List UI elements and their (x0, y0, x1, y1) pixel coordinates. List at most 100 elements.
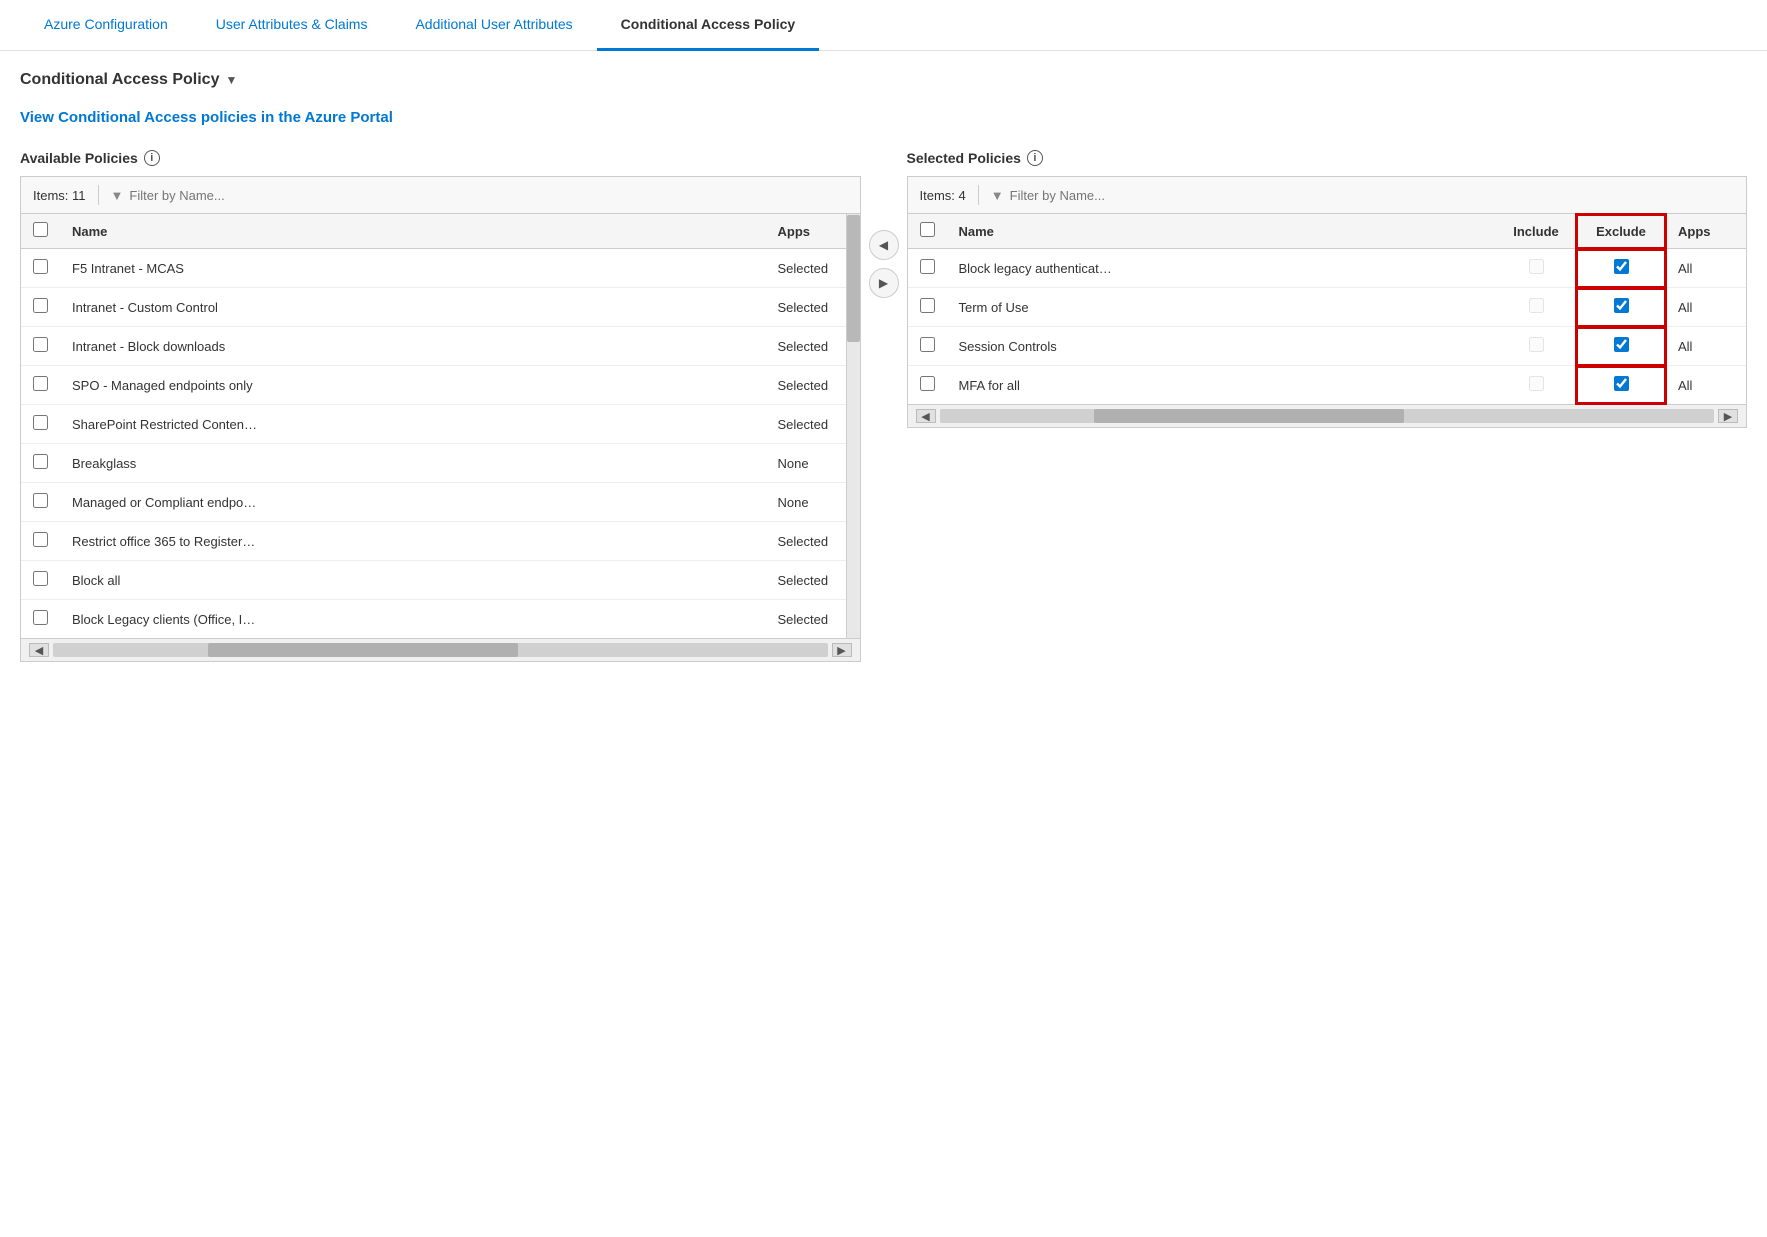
row-apps: Selected (766, 327, 846, 366)
row-apps: Selected (766, 522, 846, 561)
tab-additional-user-attributes[interactable]: Additional User Attributes (391, 0, 596, 51)
row-apps: All (1666, 288, 1746, 327)
row-checkbox[interactable] (33, 493, 48, 508)
row-exclude (1576, 366, 1666, 405)
row-exclude-checkbox[interactable] (1614, 298, 1629, 313)
selected-policies-title: Selected Policies i (907, 150, 1748, 166)
selected-policies-info-icon[interactable]: i (1027, 150, 1043, 166)
row-include (1496, 327, 1576, 366)
available-name-header: Name (60, 214, 766, 249)
row-checkbox[interactable] (33, 571, 48, 586)
row-checkbox[interactable] (920, 337, 935, 352)
table-row: Block legacy authenticat… All (908, 249, 1747, 288)
row-checkbox[interactable] (33, 376, 48, 391)
available-scroll-left[interactable]: ◀ (29, 643, 49, 657)
row-apps: Selected (766, 600, 846, 639)
selected-filter-input[interactable] (1010, 188, 1734, 203)
row-checkbox[interactable] (920, 298, 935, 313)
row-include (1496, 288, 1576, 327)
available-table-scroll: Name Apps F5 Intranet - MCAS Selected (21, 214, 860, 638)
row-exclude-checkbox[interactable] (1614, 337, 1629, 352)
available-scroll-thumb (847, 215, 860, 342)
tab-user-attributes[interactable]: User Attributes & Claims (192, 0, 392, 51)
available-vertical-scrollbar[interactable] (846, 214, 860, 638)
row-name: Block Legacy clients (Office, I… (60, 600, 766, 639)
row-apps: All (1666, 366, 1746, 405)
table-row: Intranet - Block downloads Selected (21, 327, 846, 366)
available-policies-title: Available Policies i (20, 150, 861, 166)
row-name: Term of Use (947, 288, 1497, 327)
row-exclude-checkbox[interactable] (1614, 259, 1629, 274)
selected-apps-header: Apps (1666, 214, 1746, 249)
row-include-checkbox (1529, 298, 1544, 313)
available-policies-info-icon[interactable]: i (144, 150, 160, 166)
available-policies-panel: Available Policies i Items: 11 ▼ (20, 150, 861, 662)
transfer-arrows-group: ◀ ▶ (861, 230, 907, 298)
page-title: Conditional Access Policy (20, 71, 219, 89)
row-checkbox[interactable] (33, 610, 48, 625)
available-items-count: Items: 11 (33, 188, 86, 203)
available-filter-icon: ▼ (111, 188, 124, 203)
table-row: Managed or Compliant endpo… None (21, 483, 846, 522)
row-name: SPO - Managed endpoints only (60, 366, 766, 405)
available-items-bar: Items: 11 ▼ (21, 177, 860, 214)
row-exclude-checkbox[interactable] (1614, 376, 1629, 391)
available-filter-area: ▼ (111, 188, 848, 203)
table-row: SPO - Managed endpoints only Selected (21, 366, 846, 405)
row-include (1496, 249, 1576, 288)
available-apps-header: Apps (766, 214, 846, 249)
selected-items-bar-divider (978, 185, 979, 205)
items-bar-divider (98, 185, 99, 205)
transfer-right-button[interactable]: ▶ (869, 268, 899, 298)
row-checkbox[interactable] (920, 376, 935, 391)
available-scroll-right[interactable]: ▶ (832, 643, 852, 657)
row-apps: Selected (766, 249, 846, 288)
top-navigation: Azure Configuration User Attributes & Cl… (0, 0, 1767, 51)
available-policies-table-wrapper: Items: 11 ▼ (20, 176, 861, 662)
row-include (1496, 366, 1576, 405)
selected-scroll-right[interactable]: ▶ (1718, 409, 1738, 423)
transfer-left-icon: ◀ (879, 238, 888, 252)
available-policies-table: Name Apps F5 Intranet - MCAS Selected (21, 214, 846, 638)
selected-policies-panel: Selected Policies i Items: 4 ▼ (907, 150, 1748, 428)
row-checkbox[interactable] (33, 259, 48, 274)
table-row: F5 Intranet - MCAS Selected (21, 249, 846, 288)
row-apps: All (1666, 249, 1746, 288)
available-scroll-thumb (208, 643, 518, 657)
available-scroll-track[interactable] (53, 643, 828, 657)
available-select-all-checkbox[interactable] (33, 222, 48, 237)
row-include-checkbox (1529, 337, 1544, 352)
panels-layout: Available Policies i Items: 11 ▼ (20, 150, 1747, 662)
selected-filter-area: ▼ (991, 188, 1734, 203)
transfer-right-icon: ▶ (879, 276, 888, 290)
row-name: MFA for all (947, 366, 1497, 405)
row-checkbox[interactable] (33, 298, 48, 313)
table-row: Breakglass None (21, 444, 846, 483)
selected-scroll-track[interactable] (940, 409, 1715, 423)
row-checkbox[interactable] (33, 532, 48, 547)
row-name: Intranet - Block downloads (60, 327, 766, 366)
selected-name-header: Name (947, 214, 1497, 249)
row-checkbox[interactable] (33, 337, 48, 352)
tab-conditional-access[interactable]: Conditional Access Policy (597, 0, 820, 51)
selected-items-count: Items: 4 (920, 188, 966, 203)
row-apps: Selected (766, 405, 846, 444)
available-filter-input[interactable] (129, 188, 847, 203)
row-apps: None (766, 483, 846, 522)
azure-portal-link[interactable]: View Conditional Access policies in the … (20, 109, 393, 126)
row-checkbox[interactable] (33, 415, 48, 430)
transfer-left-button[interactable]: ◀ (869, 230, 899, 260)
row-apps: Selected (766, 366, 846, 405)
table-row: Restrict office 365 to Register… Selecte… (21, 522, 846, 561)
selected-exclude-header: Exclude (1576, 214, 1666, 249)
row-name: SharePoint Restricted Conten… (60, 405, 766, 444)
header-dropdown-arrow[interactable]: ▼ (225, 73, 237, 87)
selected-scroll-left[interactable]: ◀ (916, 409, 936, 423)
table-row: Block all Selected (21, 561, 846, 600)
row-checkbox[interactable] (920, 259, 935, 274)
row-apps: Selected (766, 288, 846, 327)
tab-azure-config[interactable]: Azure Configuration (20, 0, 192, 51)
row-checkbox[interactable] (33, 454, 48, 469)
selected-select-all-checkbox[interactable] (920, 222, 935, 237)
row-exclude (1576, 288, 1666, 327)
